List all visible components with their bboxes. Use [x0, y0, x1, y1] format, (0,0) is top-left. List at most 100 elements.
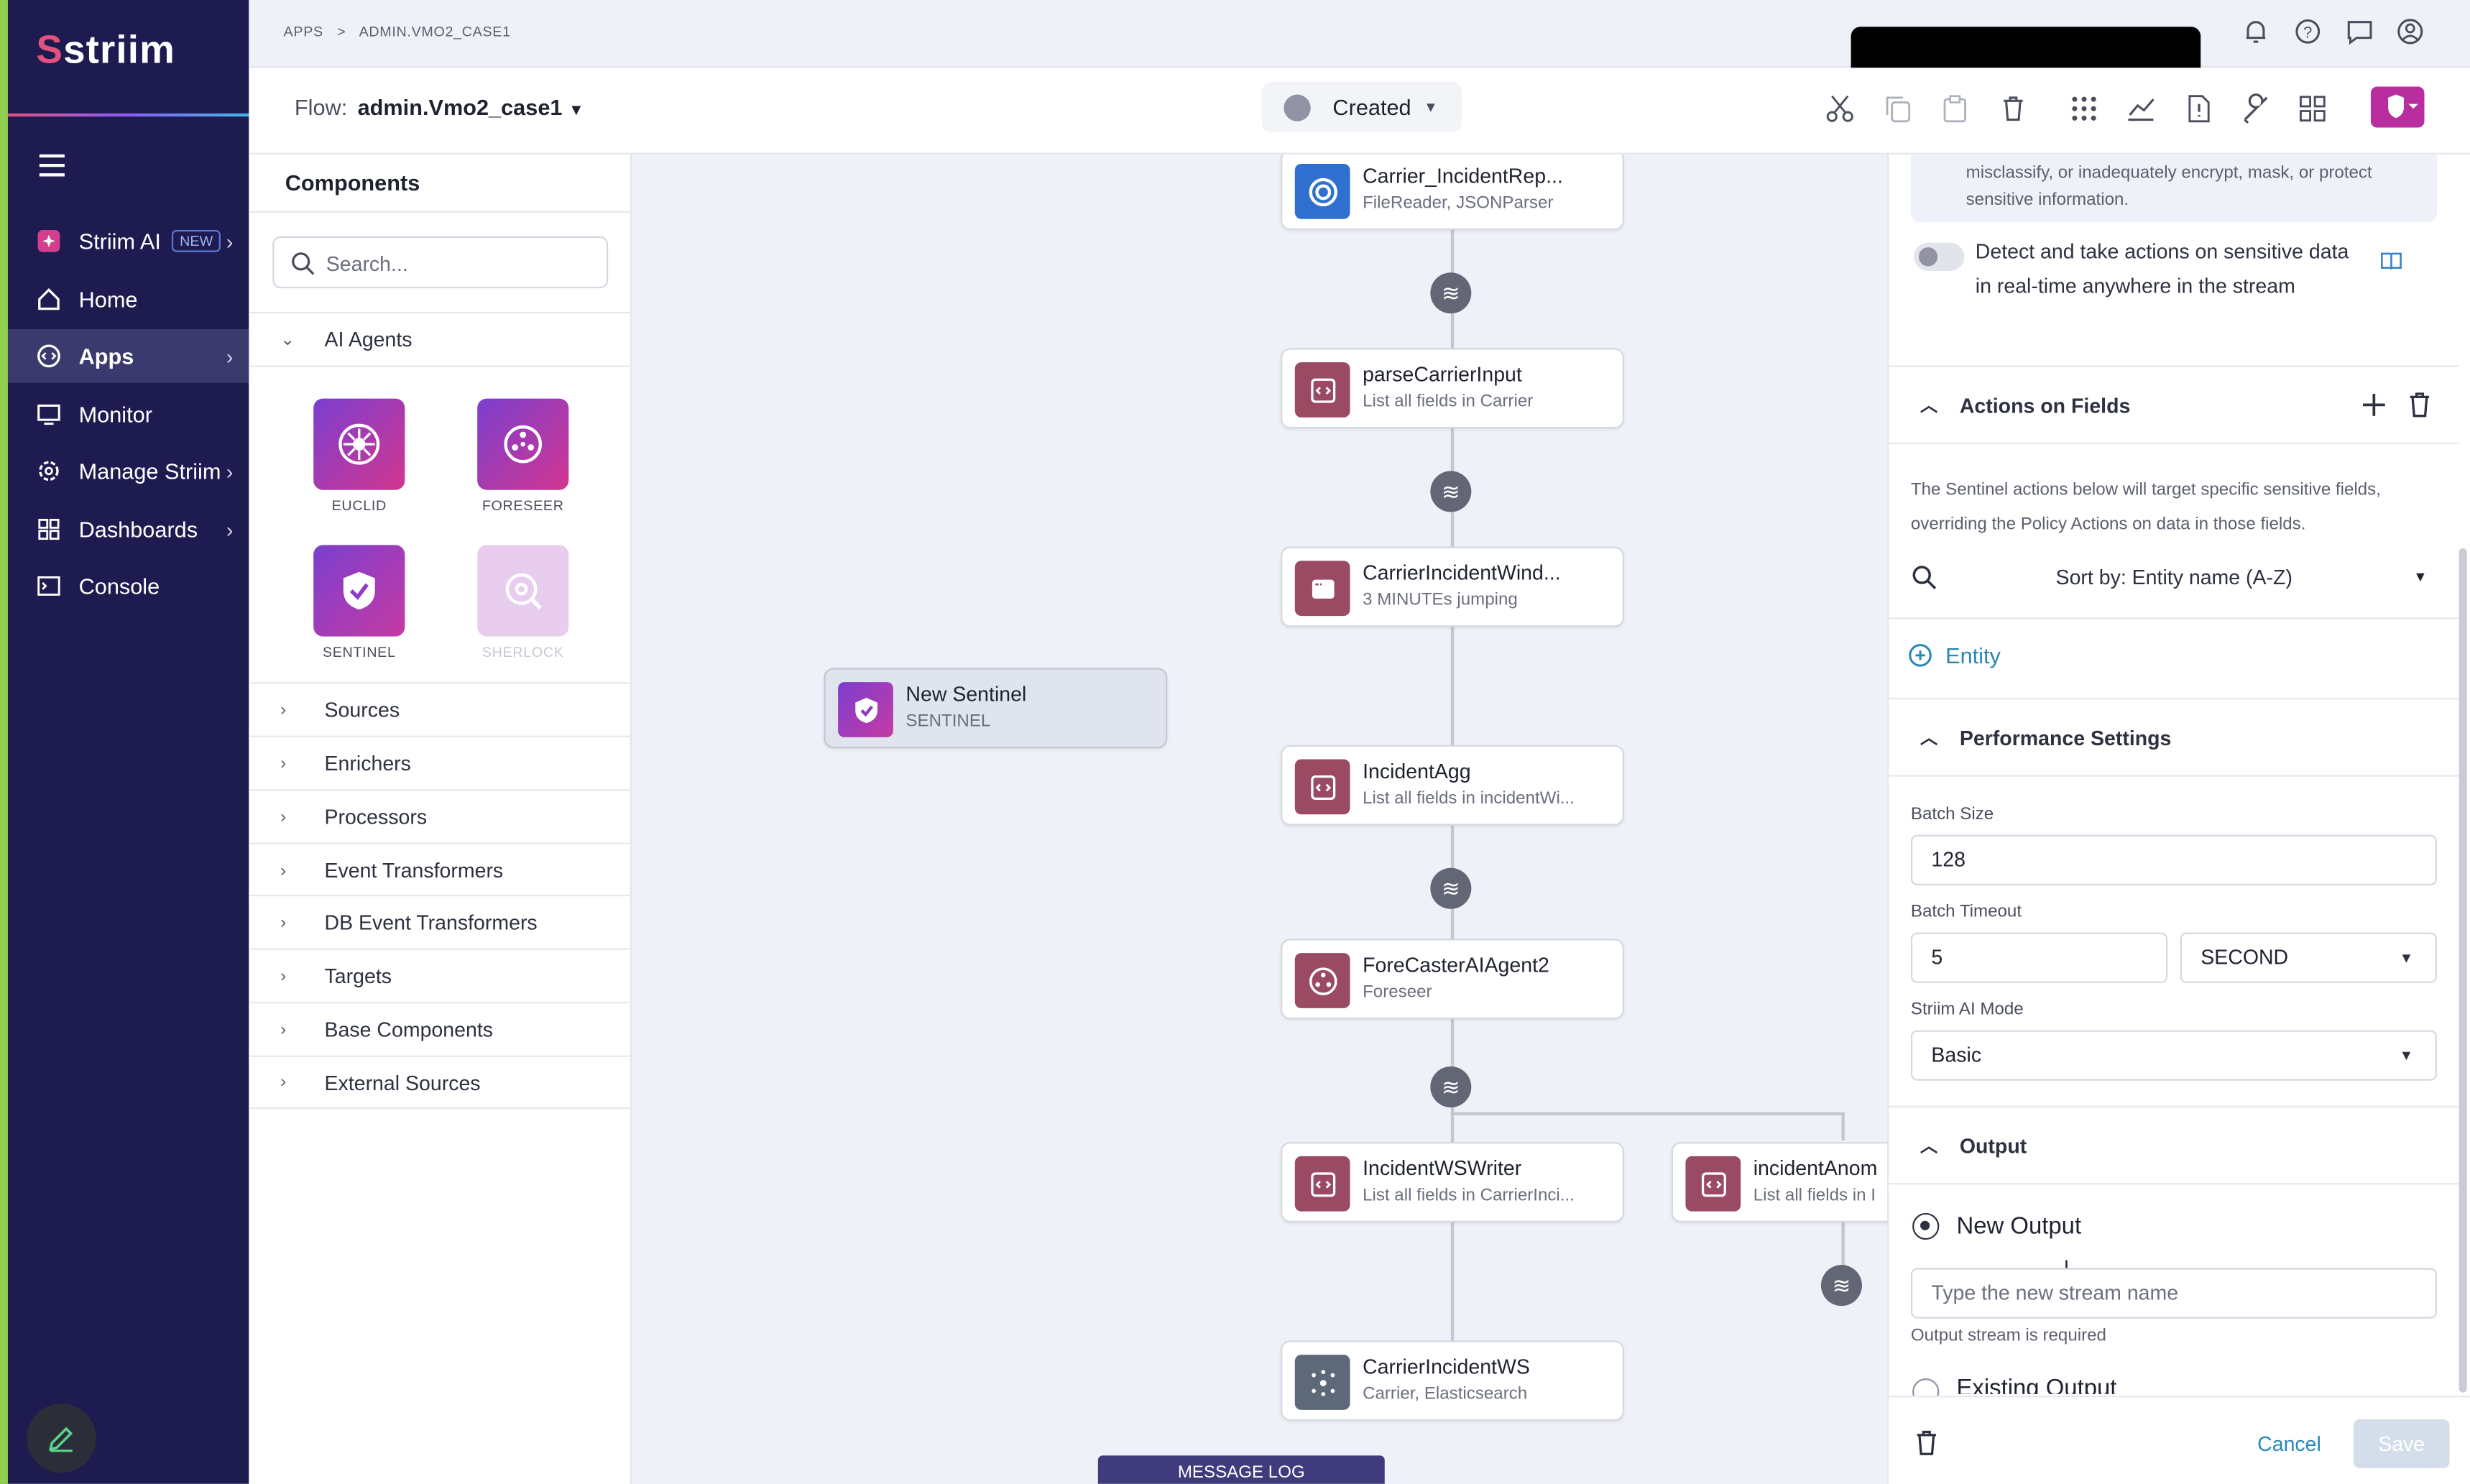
breadcrumb-apps[interactable]: APPS — [284, 24, 323, 40]
nav-item-console[interactable]: Console — [8, 559, 249, 613]
components-grid-icon[interactable] — [2297, 93, 2328, 124]
user-avatar-icon[interactable] — [2396, 17, 2424, 45]
sort-dropdown[interactable]: Sort by: Entity name (A-Z) — [2056, 566, 2292, 589]
line-chart-icon[interactable] — [2125, 93, 2157, 124]
stream-icon[interactable]: ≋ — [1430, 272, 1472, 314]
sparkle-icon — [34, 227, 63, 255]
node-carrier-incident-window[interactable]: CarrierIncidentWind... 3 MINUTEs jumping — [1281, 546, 1624, 627]
node-carrier-incident-reader[interactable]: Carrier_IncidentRep... FileReader, JSONP… — [1281, 154, 1624, 231]
nav-item-apps[interactable]: Apps › — [7, 329, 249, 383]
status-dropdown[interactable]: Created ▼ — [1261, 81, 1462, 133]
wrench-icon[interactable] — [2240, 93, 2272, 124]
category-enrichers[interactable]: › Enrichers — [249, 735, 632, 790]
agent-euclid[interactable] — [313, 398, 405, 490]
category-targets[interactable]: › Targets — [249, 948, 632, 1003]
nav-item-manage-striim[interactable]: Manage Striim › — [8, 444, 249, 498]
category-processors[interactable]: › Processors — [249, 789, 632, 843]
batch-timeout-unit-select[interactable]: SECOND ▼ — [2180, 932, 2438, 983]
select-value: SECOND — [2201, 945, 2289, 969]
copy-icon[interactable] — [1882, 93, 1914, 124]
nav-item-monitor[interactable]: Monitor — [8, 387, 249, 441]
chevron-up-icon: ︿ — [1920, 1137, 1938, 1156]
add-icon[interactable] — [2360, 391, 2388, 427]
delete-icon[interactable] — [2405, 391, 2433, 427]
code-icon — [1294, 362, 1350, 418]
nav-label: Dashboards — [78, 516, 198, 543]
node-incident-anomaly[interactable]: incidentAnom List all fields in I — [1671, 1142, 1888, 1222]
category-external-sources[interactable]: › External Sources — [249, 1055, 632, 1110]
bell-icon[interactable] — [2241, 17, 2269, 45]
output-header[interactable]: ︿ Output — [1889, 1105, 2459, 1185]
search-icon[interactable] — [1911, 564, 1937, 599]
stream-icon[interactable]: ≋ — [1430, 867, 1472, 909]
status-label: Created — [1332, 94, 1411, 120]
batch-timeout-input[interactable]: 5 — [1910, 932, 2168, 983]
delete-icon[interactable] — [1997, 93, 2029, 124]
chevron-right-icon: › — [280, 807, 287, 826]
batch-size-label: Batch Size — [1910, 805, 1994, 824]
node-title: incidentAnom — [1753, 1156, 1878, 1180]
message-log-tab[interactable]: MESSAGE LOG — [1097, 1455, 1385, 1484]
cut-icon[interactable] — [1824, 93, 1856, 124]
nav-item-home[interactable]: Home — [8, 272, 249, 326]
striim-logo[interactable]: Sstriim — [36, 28, 175, 74]
chevron-right-icon: › — [280, 700, 287, 719]
search-icon — [292, 252, 315, 275]
panel-footer: Cancel Save — [1889, 1396, 2470, 1484]
node-forecaster-ai-agent[interactable]: ForeCasterAIAgent2 Foreseer — [1281, 939, 1624, 1020]
agent-label: SENTINEL — [322, 644, 396, 660]
new-output-radio[interactable] — [1912, 1212, 1940, 1240]
cancel-button[interactable]: Cancel — [2257, 1432, 2321, 1456]
pencil-icon — [48, 1427, 73, 1452]
agent-sentinel[interactable] — [313, 545, 405, 637]
category-event-transformers[interactable]: › Event Transformers — [249, 842, 632, 897]
node-title: CarrierIncidentWS — [1363, 1355, 1530, 1378]
stream-name-input[interactable]: Type the new stream name — [1910, 1268, 2438, 1319]
stream-icon[interactable]: ≋ — [1430, 471, 1472, 512]
panel-scrollbar[interactable] — [2459, 548, 2467, 1393]
component-search-input[interactable]: Search... — [272, 236, 609, 289]
add-entity-button[interactable]: Entity — [1908, 642, 2001, 668]
node-new-sentinel[interactable]: New Sentinel SENTINEL — [824, 668, 1168, 749]
category-base-components[interactable]: › Base Components — [249, 1002, 632, 1056]
flow-selector[interactable]: admin.Vmo2_case1 ▼ — [358, 95, 584, 120]
chevron-right-icon: › — [280, 1072, 287, 1092]
shield-check-icon — [838, 682, 893, 737]
warning-box: misclassify, or inadequately encrypt, ma… — [1910, 154, 2438, 223]
save-button[interactable]: Save — [2353, 1419, 2450, 1468]
node-carrier-incident-ws[interactable]: CarrierIncidentWS Carrier, Elasticsearch — [1281, 1340, 1624, 1421]
category-sources[interactable]: › Sources — [249, 682, 632, 736]
nav-item-striim-ai[interactable]: Striim AI NEW › — [8, 214, 249, 268]
sentinel-menu-button[interactable] — [2370, 86, 2425, 128]
ai-mode-select[interactable]: Basic ▼ — [1910, 1030, 2438, 1081]
node-parse-carrier-input[interactable]: parseCarrierInput List all fields in Car… — [1281, 348, 1624, 429]
file-alert-icon[interactable] — [2183, 93, 2215, 124]
grid-dots-icon[interactable] — [2068, 93, 2100, 124]
node-incident-ws-writer[interactable]: IncidentWSWriter List all fields in Carr… — [1281, 1142, 1624, 1222]
performance-settings-header[interactable]: ︿ Performance Settings — [1889, 698, 2459, 777]
warning-text: misclassify, or inadequately encrypt, ma… — [1966, 163, 2372, 210]
chevron-right-icon: › — [226, 517, 234, 541]
paste-icon[interactable] — [1939, 93, 1971, 124]
feedback-icon[interactable] — [2346, 17, 2374, 45]
caret-down-icon[interactable]: ▼ — [2413, 568, 2428, 584]
stream-icon[interactable]: ≋ — [1430, 1066, 1472, 1107]
agent-sherlock[interactable] — [477, 545, 569, 637]
detect-toggle[interactable] — [1914, 242, 1965, 272]
edit-pencil-button[interactable] — [27, 1404, 96, 1473]
chevron-right-icon: › — [280, 753, 287, 773]
stream-icon[interactable]: ≋ — [1820, 1265, 1862, 1306]
trash-icon[interactable] — [1912, 1429, 1940, 1465]
book-icon[interactable] — [2380, 251, 2402, 279]
flow-canvas[interactable]: ≋ ≋ ≋ ≋ ≋ Carrier_IncidentRep... FileRea… — [633, 154, 1888, 1484]
batch-size-input[interactable]: 128 — [1910, 834, 2438, 885]
nav-item-dashboards[interactable]: Dashboards › — [8, 502, 249, 556]
hamburger-menu-icon[interactable] — [39, 154, 65, 177]
category-db-event-transformers[interactable]: › DB Event Transformers — [249, 895, 632, 949]
help-icon[interactable]: ? — [2294, 17, 2322, 45]
add-entity-label: Entity — [1945, 642, 2001, 668]
node-incident-agg[interactable]: IncidentAgg List all fields in incidentW… — [1281, 745, 1624, 826]
node-subtitle: List all fields in I — [1753, 1186, 1876, 1205]
agent-foreseer[interactable] — [477, 398, 569, 490]
category-ai-agents[interactable]: ⌄ AI Agents — [249, 312, 632, 366]
